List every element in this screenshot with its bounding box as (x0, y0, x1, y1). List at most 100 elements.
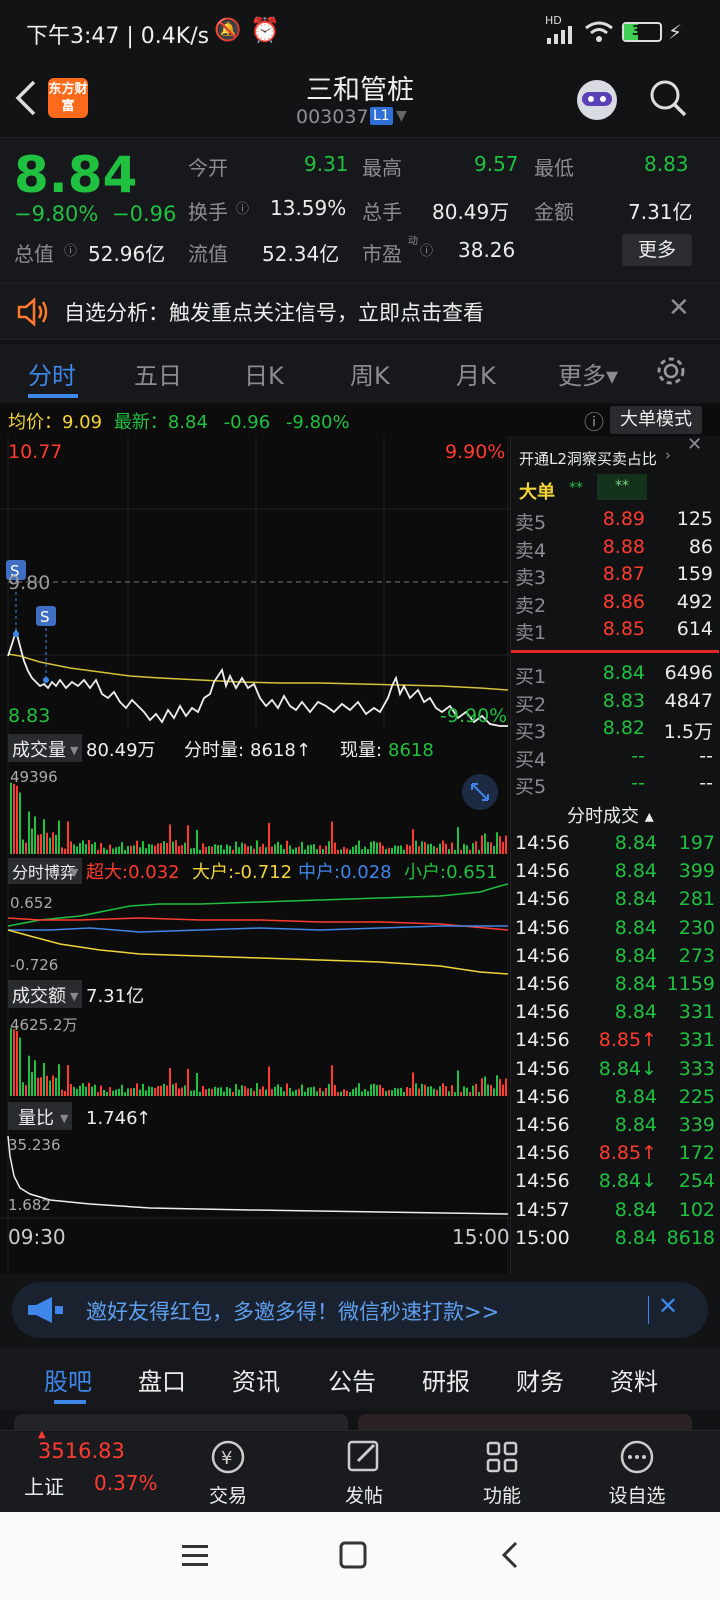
amount-bar (112, 1090, 114, 1096)
volume-bar (316, 849, 318, 854)
bobo-big-line (7, 929, 509, 975)
volume-bar (199, 849, 201, 854)
volume-bar (70, 841, 72, 854)
volume-bar (175, 840, 177, 854)
tab-finance[interactable]: 财务 (516, 1362, 564, 1397)
volume-bar (46, 832, 48, 854)
chevron-right-icon[interactable]: › (665, 446, 671, 464)
amount-bar (205, 1089, 207, 1096)
menu-icon[interactable] (180, 1542, 210, 1570)
volume-bar (88, 840, 90, 854)
tick-price: 8.84 (614, 1198, 657, 1221)
invite-banner[interactable]: 邀好友得红包，多邀多得！微信秒速打款>> ✕ (12, 1282, 708, 1338)
volume-bar (295, 847, 297, 854)
tab-weekly-k[interactable]: 周K (350, 356, 390, 391)
ticks-title[interactable]: 分时成交 ▴ (567, 802, 654, 828)
tab-fenshi[interactable]: 分时 (28, 356, 76, 391)
notice-bar[interactable]: 自选分析：触发重点关注信号，立即点击查看 ✕ (0, 282, 720, 340)
amount-bar (343, 1089, 345, 1096)
intraday-chart[interactable]: S S 10.77 9.90% 9.80 8.83 -9.90% 成交量 ▼ 8… (0, 436, 510, 1274)
volume-bar (394, 845, 396, 854)
post-button[interactable]: 发帖 (332, 1431, 396, 1513)
more-button[interactable]: 更多 (622, 234, 692, 266)
chart-area: 均价：9.09 最新：8.84 -0.96 -9.80% ⓘ 大单模式 S S … (0, 404, 720, 1274)
volume-bar (340, 849, 342, 854)
l2-promo[interactable]: 开通L2洞察买卖占比 (519, 448, 657, 469)
svg-text:▼: ▼ (70, 744, 79, 757)
big-order-mode-button[interactable]: 大单模式 (610, 406, 702, 434)
index-widget[interactable]: ▲ 3516.83 上证 0.37% (0, 1429, 170, 1513)
order-book-row[interactable]: 买3 8.82 1.5万 (511, 717, 719, 744)
volume-bar (271, 846, 273, 854)
tab-daily-k[interactable]: 日K (244, 356, 284, 391)
close-icon[interactable]: ✕ (687, 434, 702, 455)
volume-bar (262, 843, 264, 854)
order-book-row[interactable]: 卖1 8.85 614 (511, 618, 719, 645)
amount-bar (409, 1088, 411, 1096)
function-button[interactable]: 功能 (470, 1431, 534, 1513)
volume-bar (292, 849, 294, 854)
big-order-stars: ** (569, 480, 583, 496)
order-book-row[interactable]: 卖2 8.86 492 (511, 591, 719, 618)
order-book-row[interactable]: 买1 8.84 6496 (511, 662, 719, 689)
tab-monthly-k[interactable]: 月K (456, 356, 496, 391)
tick-price: 8.84 (614, 1114, 657, 1136)
big-order-label: 大单 (519, 482, 555, 503)
order-book-row[interactable]: 卖5 8.89 125 (511, 508, 719, 535)
tab-pankou[interactable]: 盘口 (138, 1362, 186, 1397)
tab-news[interactable]: 资讯 (232, 1362, 280, 1397)
help-icon[interactable]: ⓘ (584, 406, 604, 435)
tick-price: 8.84↓ (598, 1057, 657, 1080)
tab-research[interactable]: 研报 (422, 1362, 470, 1397)
caret-down-icon[interactable]: ▼ (396, 108, 407, 124)
amount-bar (76, 1088, 78, 1096)
field-label: 最低 (534, 156, 574, 180)
level-label: 卖1 (515, 622, 547, 644)
close-icon[interactable]: ✕ (668, 293, 690, 323)
amount-bar (370, 1084, 372, 1096)
amount-bar (199, 1091, 201, 1096)
volume-bar (454, 849, 456, 854)
stock-header: 东方财富 三和管桩 003037 L1 ▼ (0, 64, 720, 138)
info-icon[interactable]: ⓘ (236, 198, 249, 217)
level-badge[interactable]: L1 (370, 107, 393, 125)
robot-assistant-icon[interactable] (572, 74, 622, 126)
amount-bar (106, 1091, 108, 1096)
add-watchlist-button[interactable]: 设自选 (600, 1431, 674, 1513)
amount-bar (334, 1085, 336, 1096)
tab-announce[interactable]: 公告 (328, 1362, 376, 1397)
order-book-row[interactable]: 买2 8.83 4847 (511, 690, 719, 717)
back-nav-icon[interactable] (498, 1540, 522, 1570)
close-icon[interactable]: ✕ (658, 1292, 678, 1320)
volume-bar (22, 839, 24, 854)
field-value: 9.31 (304, 152, 349, 176)
order-book-row[interactable]: 买4 -- -- (511, 745, 719, 772)
info-tabs: 股吧 盘口 资讯 公告 研报 财务 资料 (0, 1348, 720, 1410)
search-icon[interactable] (648, 78, 688, 118)
amount-bar (322, 1091, 324, 1096)
order-book-row[interactable]: 卖3 8.87 159 (511, 563, 719, 590)
amount-bar (376, 1085, 378, 1096)
home-icon[interactable] (338, 1540, 368, 1570)
tab-guba[interactable]: 股吧 (44, 1362, 92, 1397)
level-volume: 4847 (664, 689, 713, 712)
volume-bar (157, 843, 159, 854)
volume-bar (136, 840, 138, 854)
settings-gear-icon[interactable] (654, 354, 688, 388)
amount-bar (277, 1084, 279, 1096)
tick-time: 14:56 (515, 1029, 570, 1052)
tab-more[interactable]: 更多▾ (558, 356, 618, 391)
amount-bar (226, 1086, 228, 1096)
order-book-row[interactable]: 卖4 8.88 86 (511, 536, 719, 563)
amount-bar (286, 1083, 288, 1096)
volume-bar (235, 841, 237, 854)
trade-icon: ¥ (211, 1440, 245, 1474)
info-icon[interactable]: ⓘ (64, 240, 77, 259)
tick-price: 8.84 (614, 944, 657, 967)
tab-profile[interactable]: 资料 (610, 1362, 658, 1397)
tab-five-day[interactable]: 五日 (134, 356, 182, 391)
order-book-row[interactable]: 买5 -- -- (511, 772, 719, 799)
info-icon[interactable]: ⓘ (420, 240, 433, 259)
amount-bar (43, 1062, 45, 1096)
trade-button[interactable]: ¥ 交易 (196, 1431, 260, 1513)
